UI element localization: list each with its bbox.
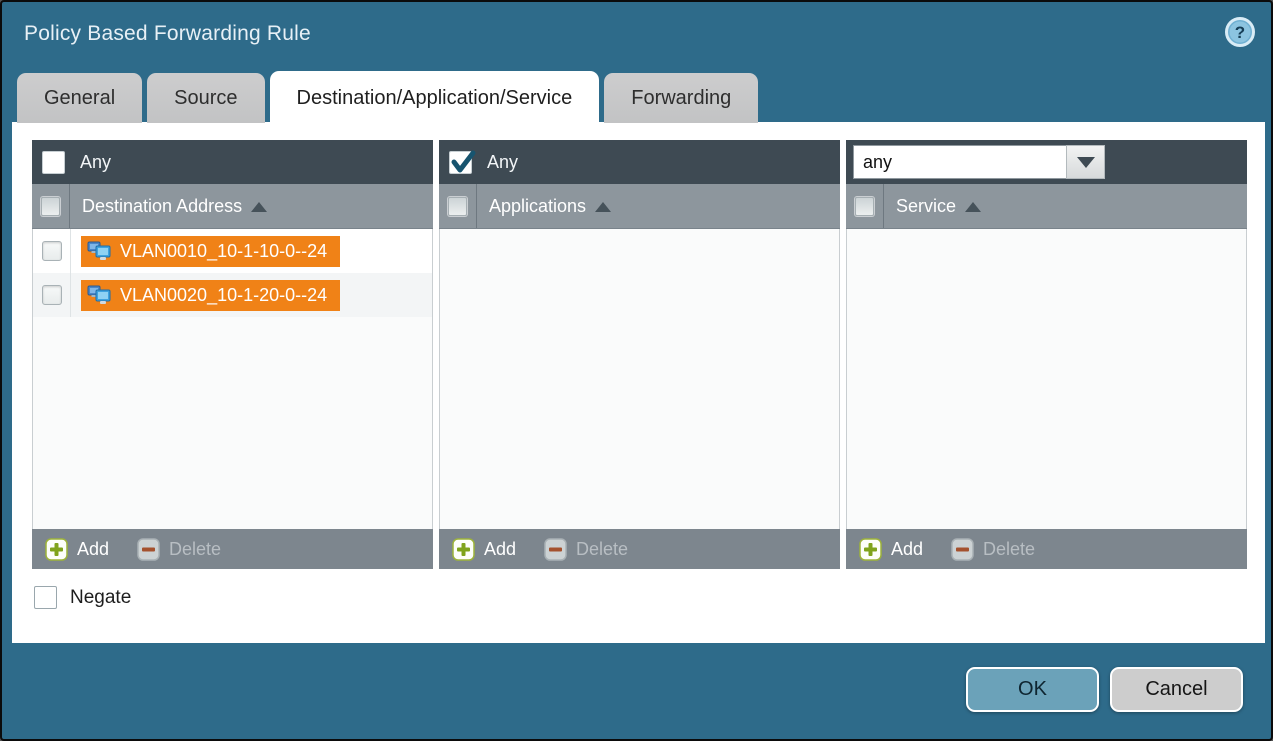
destination-any-bar: Any (32, 140, 433, 184)
service-dropdown-button[interactable] (1066, 145, 1105, 179)
destination-column-label: Destination Address (82, 196, 242, 217)
applications-panel: Any Applications (439, 140, 840, 569)
tab-bar: General Source Destination/Application/S… (17, 71, 758, 123)
applications-list (439, 229, 840, 529)
network-address-icon (87, 241, 112, 262)
destination-select-all-checkbox[interactable] (41, 197, 60, 216)
service-column-label: Service (896, 196, 956, 217)
service-column-sort[interactable]: Service (884, 184, 981, 228)
ok-button[interactable]: OK (966, 667, 1099, 712)
negate-checkbox[interactable] (34, 586, 57, 609)
cancel-button[interactable]: Cancel (1110, 667, 1243, 712)
sort-asc-icon (595, 202, 611, 212)
add-icon (45, 538, 68, 561)
delete-icon (137, 538, 160, 561)
service-select-all-checkbox[interactable] (855, 197, 874, 216)
list-item-destination-1[interactable]: VLAN0010_10-1-10-0--24 (81, 236, 340, 267)
service-dropdown-value[interactable]: any (853, 145, 1066, 179)
tab-source[interactable]: Source (147, 73, 264, 123)
destination-any-checkbox[interactable] (42, 151, 65, 174)
applications-toolbar: Add Delete (439, 529, 840, 569)
sort-asc-icon (251, 202, 267, 212)
svg-text:?: ? (1235, 23, 1245, 42)
applications-column-header: Applications (439, 184, 840, 229)
applications-select-all-checkbox[interactable] (448, 197, 467, 216)
delete-icon (544, 538, 567, 561)
network-address-icon (87, 285, 112, 306)
sort-asc-icon (965, 202, 981, 212)
destination-delete-button[interactable]: Delete (137, 538, 221, 561)
applications-any-bar: Any (439, 140, 840, 184)
delete-icon (951, 538, 974, 561)
chevron-down-icon (1077, 157, 1095, 168)
destination-column-header: Destination Address (32, 184, 433, 229)
service-dropdown-bar: any (846, 140, 1247, 184)
tab-forwarding[interactable]: Forwarding (604, 73, 758, 123)
dialog-footer: OK Cancel (966, 667, 1243, 712)
destination-column-sort[interactable]: Destination Address (70, 184, 267, 228)
destination-address-list: VLAN0010_10-1-10-0--24 (32, 229, 433, 529)
policy-based-forwarding-dialog: Policy Based Forwarding Rule ? General S… (0, 0, 1273, 741)
destination-add-button[interactable]: Add (45, 538, 109, 561)
add-icon (452, 538, 475, 561)
negate-label: Negate (70, 587, 131, 609)
destination-any-label: Any (80, 152, 111, 173)
tab-general[interactable]: General (17, 73, 142, 123)
applications-column-label: Applications (489, 196, 586, 217)
service-list (846, 229, 1247, 529)
service-column-header: Service (846, 184, 1247, 229)
destination-row-checkbox-2[interactable] (42, 285, 62, 305)
applications-delete-button[interactable]: Delete (544, 538, 628, 561)
applications-add-button[interactable]: Add (452, 538, 516, 561)
service-panel: any Service (846, 140, 1247, 569)
destination-toolbar: Add Delete (32, 529, 433, 569)
service-add-button[interactable]: Add (859, 538, 923, 561)
applications-any-checkbox[interactable] (449, 151, 472, 174)
help-icon[interactable]: ? (1225, 17, 1255, 47)
negate-option: Negate (34, 586, 131, 609)
tab-content: Any Destination Address (12, 122, 1265, 643)
applications-column-sort[interactable]: Applications (477, 184, 611, 228)
dialog-title: Policy Based Forwarding Rule (24, 22, 311, 46)
table-row: VLAN0020_10-1-20-0--24 (33, 273, 432, 317)
service-dropdown: any (853, 145, 1105, 179)
destination-address-panel: Any Destination Address (32, 140, 433, 569)
destination-row-checkbox-1[interactable] (42, 241, 62, 261)
panels-container: Any Destination Address (32, 140, 1247, 569)
service-toolbar: Add Delete (846, 529, 1247, 569)
list-item-destination-2[interactable]: VLAN0020_10-1-20-0--24 (81, 280, 340, 311)
add-icon (859, 538, 882, 561)
table-row: VLAN0010_10-1-10-0--24 (33, 229, 432, 273)
applications-any-label: Any (487, 152, 518, 173)
service-delete-button[interactable]: Delete (951, 538, 1035, 561)
tab-destination-application-service[interactable]: Destination/Application/Service (270, 71, 600, 123)
